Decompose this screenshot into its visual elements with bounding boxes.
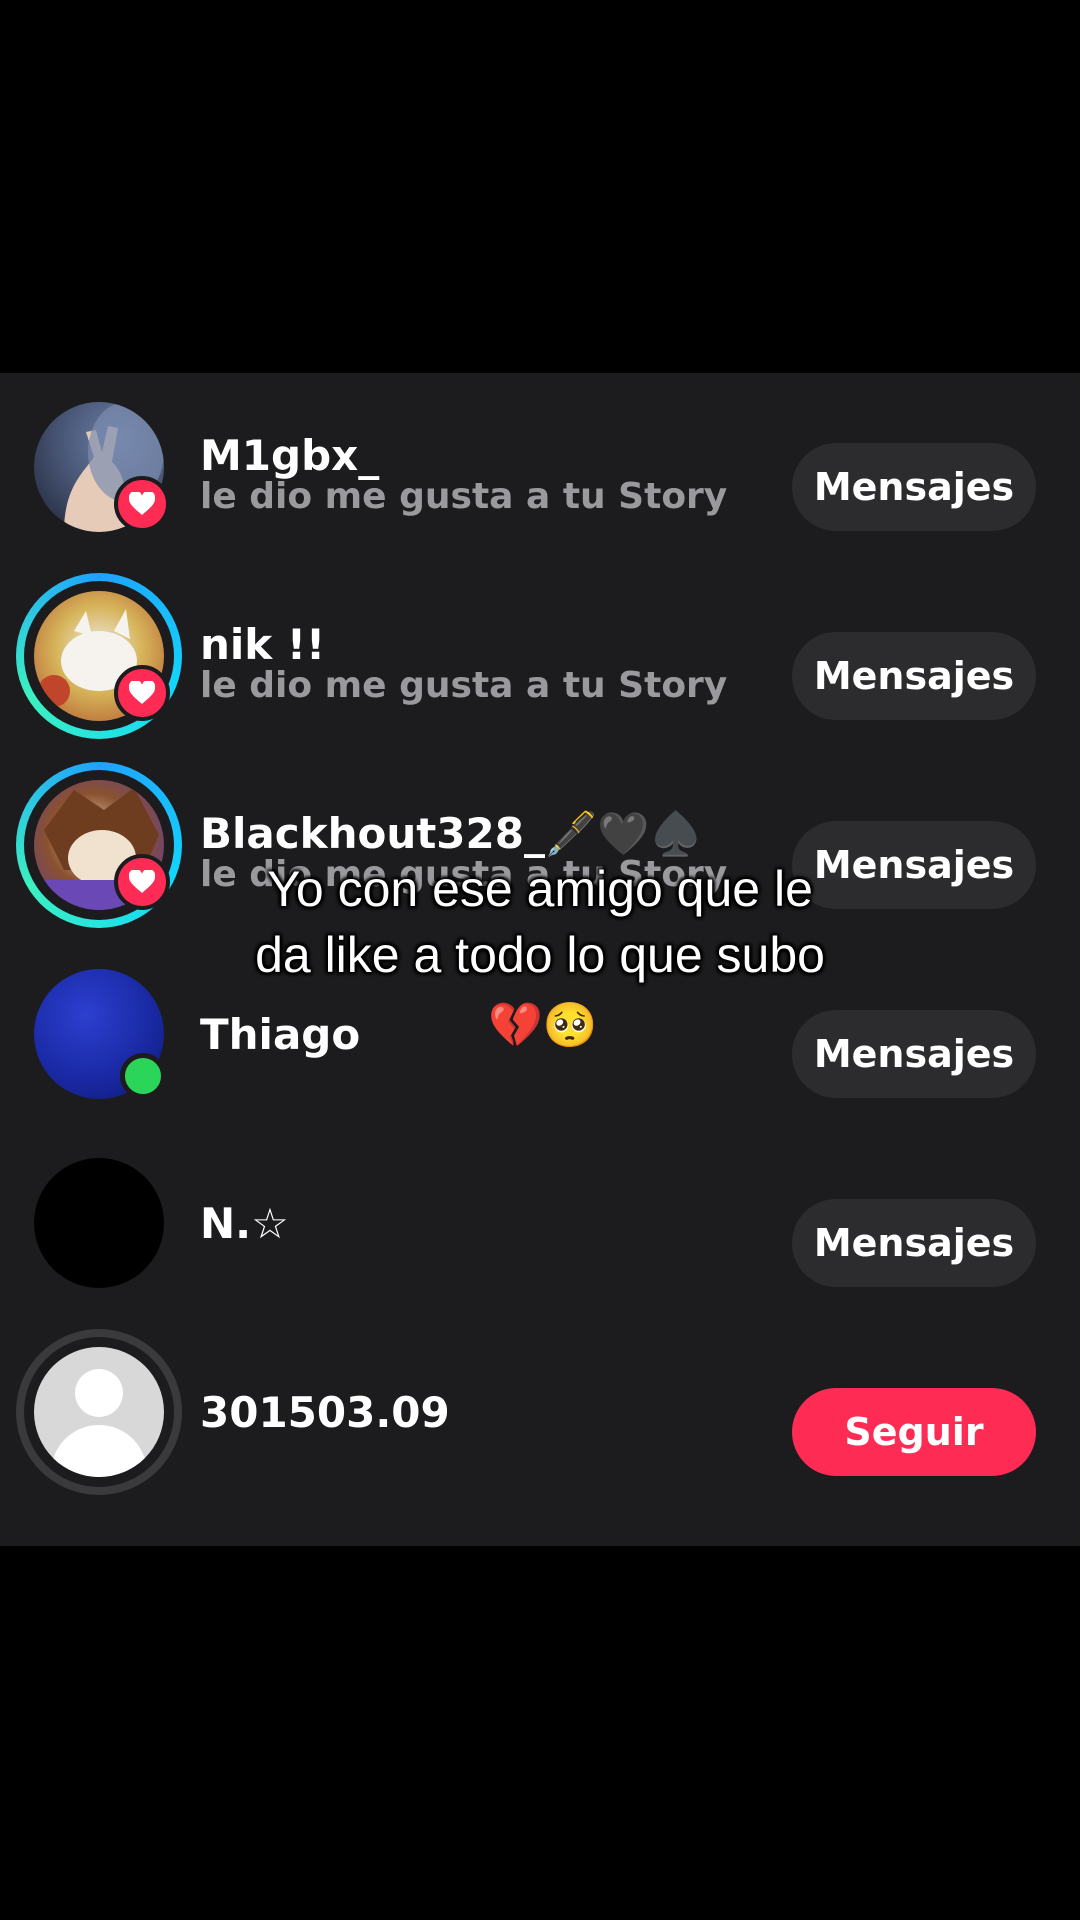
list-item[interactable]: N.☆ Mensajes — [0, 1129, 1080, 1318]
message-button[interactable]: Mensajes — [792, 632, 1036, 720]
caption-line-2: da like a todo lo que subo — [255, 927, 825, 983]
online-status-dot — [120, 1053, 166, 1099]
caption-line-1: Yo con ese amigo que le — [267, 861, 813, 917]
list-item[interactable]: nik !! le dio me gusta a tu Story Mensaj… — [0, 562, 1080, 751]
broken-heart-pleading-emoji: 💔🥺 — [488, 1000, 598, 1051]
username[interactable]: M1gbx_ — [200, 431, 379, 480]
avatar[interactable] — [16, 1329, 182, 1495]
follow-button[interactable]: Seguir — [792, 1388, 1036, 1476]
video-caption-overlay: Yo con ese amigo que le da like a todo l… — [140, 856, 940, 988]
activity-text: le dio me gusta a tu Story — [200, 665, 728, 706]
username[interactable]: Blackhout328_🖋️🖤♠️ — [200, 809, 702, 859]
heart-icon — [129, 681, 155, 704]
avatar[interactable] — [16, 573, 182, 739]
avatar-image — [34, 1158, 164, 1288]
username[interactable]: 301503.09 — [200, 1388, 450, 1437]
heart-icon — [129, 492, 155, 515]
like-badge — [114, 665, 170, 721]
username[interactable]: nik !! — [200, 620, 325, 669]
avatar[interactable] — [16, 384, 182, 550]
caption-emoji: 💔🥺 — [488, 998, 598, 1054]
list-item[interactable]: 301503.09 Seguir — [0, 1318, 1080, 1507]
message-button[interactable]: Mensajes — [792, 1199, 1036, 1287]
username[interactable]: N.☆ — [200, 1199, 289, 1248]
default-avatar-icon — [34, 1347, 164, 1477]
list-item[interactable]: M1gbx_ le dio me gusta a tu Story Mensaj… — [0, 373, 1080, 562]
message-button[interactable]: Mensajes — [792, 443, 1036, 531]
username[interactable]: Thiago — [200, 1010, 360, 1059]
like-badge — [114, 476, 170, 532]
avatar[interactable] — [16, 1140, 182, 1306]
message-button[interactable]: Mensajes — [792, 1010, 1036, 1098]
activity-text: le dio me gusta a tu Story — [200, 476, 728, 517]
